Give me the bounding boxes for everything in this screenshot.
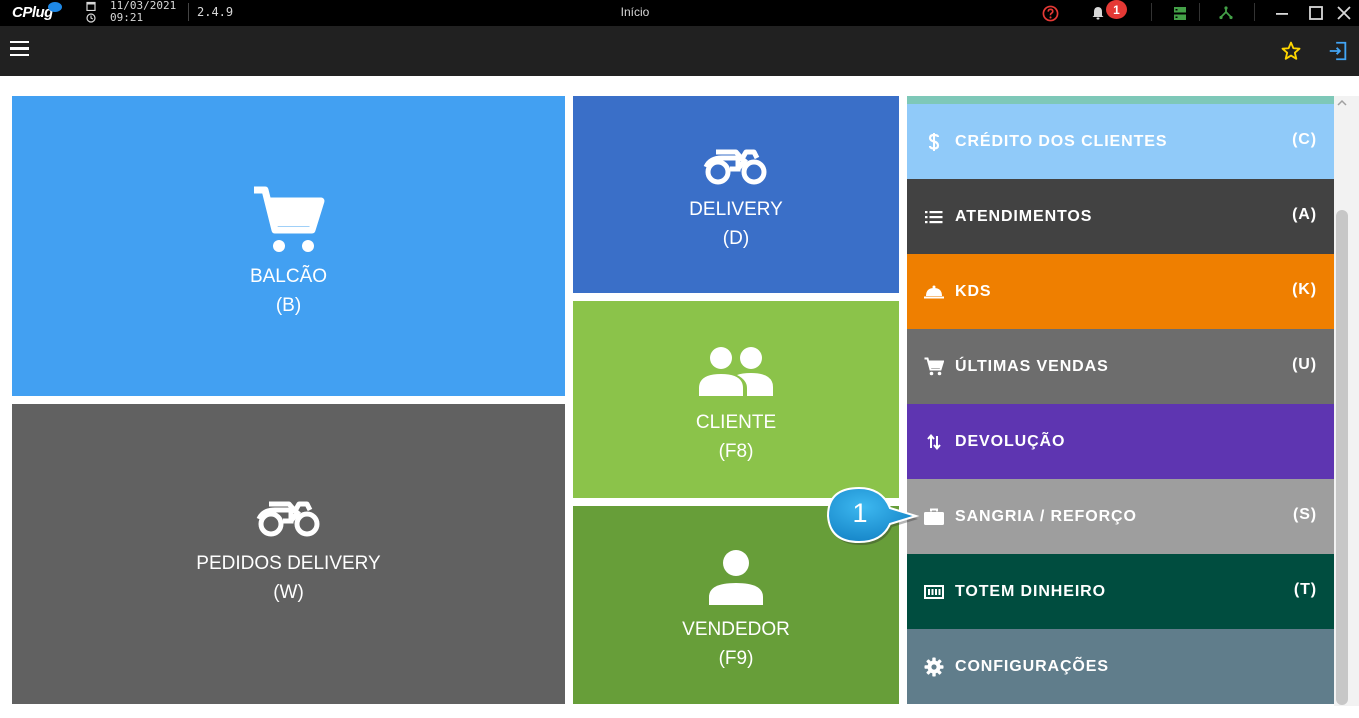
tile-label: VENDEDOR bbox=[682, 619, 790, 640]
time-text: 09:21 bbox=[110, 11, 144, 24]
side-item-devolucao[interactable]: DEVOLUÇÃO bbox=[907, 404, 1334, 479]
side-item-sangria-reforco[interactable]: SANGRIA / REFORÇO (S) bbox=[907, 479, 1334, 554]
clock-icon bbox=[86, 13, 96, 23]
pedidos-delivery-tile[interactable]: PEDIDOS DELIVERY (W) bbox=[12, 404, 565, 704]
tile-label: DELIVERY bbox=[689, 198, 783, 220]
tile-shortcut: (F8) bbox=[718, 440, 754, 462]
maximize-icon[interactable] bbox=[1306, 3, 1326, 23]
app-logo: CPlug bbox=[12, 2, 62, 22]
window-title: Início bbox=[620, 5, 650, 19]
network-icon[interactable] bbox=[1216, 3, 1236, 23]
side-item-label: CONFIGURAÇÕES bbox=[955, 657, 1109, 675]
side-item-shortcut: (C) bbox=[1292, 131, 1317, 148]
side-menu-top-strip bbox=[907, 96, 1334, 104]
datetime: 11/03/2021 09:21 bbox=[86, 0, 176, 24]
cliente-tile[interactable]: CLIENTE (F8) bbox=[573, 301, 899, 498]
window-titlebar: CPlug 11/03/2021 09:21 2.4.9 Início 1 bbox=[0, 0, 1359, 26]
tile-shortcut: (D) bbox=[722, 227, 750, 249]
side-item-atendimentos[interactable]: ATENDIMENTOS (A) bbox=[907, 179, 1334, 254]
step-callout: 1 bbox=[820, 480, 920, 550]
divider bbox=[1151, 3, 1152, 21]
calendar-icon bbox=[86, 1, 96, 11]
dollar-icon bbox=[924, 132, 944, 152]
side-item-shortcut: (T) bbox=[1293, 581, 1317, 598]
side-item-shortcut: (K) bbox=[1292, 281, 1317, 298]
side-item-label: DEVOLUÇÃO bbox=[955, 432, 1066, 450]
tile-shortcut: (F9) bbox=[718, 648, 754, 669]
side-item-label: ÚLTIMAS VENDAS bbox=[955, 357, 1109, 375]
cart-icon bbox=[924, 357, 944, 377]
divider bbox=[1254, 3, 1255, 21]
people-icon bbox=[699, 346, 773, 396]
side-item-configuracoes[interactable]: CONFIGURAÇÕES bbox=[907, 629, 1334, 704]
help-icon[interactable] bbox=[1040, 3, 1060, 23]
shopping-cart-icon bbox=[253, 186, 324, 252]
scrollbar-thumb[interactable] bbox=[1336, 210, 1348, 705]
bell-icon[interactable] bbox=[1088, 3, 1108, 23]
divider bbox=[1199, 3, 1200, 21]
side-item-label: CRÉDITO DOS CLIENTES bbox=[955, 132, 1168, 150]
tile-label: CLIENTE bbox=[695, 411, 777, 433]
motorcycle-icon bbox=[256, 501, 319, 537]
delivery-tile[interactable]: DELIVERY (D) bbox=[573, 96, 899, 293]
notification-badge: 1 bbox=[1106, 0, 1127, 19]
version-text: 2.4.9 bbox=[197, 5, 234, 19]
tile-shortcut: (B) bbox=[275, 295, 302, 316]
minimize-icon[interactable] bbox=[1272, 3, 1292, 23]
list-icon bbox=[924, 207, 944, 227]
side-item-shortcut: (U) bbox=[1292, 356, 1317, 373]
side-item-label: ATENDIMENTOS bbox=[955, 207, 1093, 225]
hamburger-menu-icon[interactable] bbox=[10, 41, 30, 61]
close-icon[interactable] bbox=[1334, 3, 1354, 23]
side-item-totem-dinheiro[interactable]: TOTEM DINHEIRO (T) bbox=[907, 554, 1334, 629]
cloche-icon bbox=[924, 282, 944, 302]
divider bbox=[188, 3, 189, 21]
side-item-kds[interactable]: KDS (K) bbox=[907, 254, 1334, 329]
app-toolbar bbox=[0, 26, 1359, 76]
star-icon[interactable] bbox=[1280, 40, 1302, 62]
side-menu: CRÉDITO DOS CLIENTES (C) ATENDIMENTOS (A… bbox=[907, 96, 1334, 706]
side-item-shortcut: (S) bbox=[1292, 506, 1317, 523]
cash-machine-icon bbox=[924, 582, 944, 602]
side-item-label: KDS bbox=[955, 282, 992, 300]
side-item-shortcut: (A) bbox=[1292, 206, 1317, 223]
person-icon bbox=[709, 550, 763, 605]
logo-text: CPlug bbox=[12, 4, 53, 21]
side-item-ultimas-vendas[interactable]: ÚLTIMAS VENDAS (U) bbox=[907, 329, 1334, 404]
tile-label: BALCÃO bbox=[249, 266, 328, 287]
swap-icon bbox=[924, 432, 944, 452]
callout-number: 1 bbox=[852, 498, 868, 528]
side-item-label: SANGRIA / REFORÇO bbox=[955, 507, 1137, 525]
side-item-label: TOTEM DINHEIRO bbox=[955, 582, 1106, 600]
gear-icon bbox=[924, 657, 944, 677]
logout-icon[interactable] bbox=[1327, 40, 1349, 62]
tile-label: PEDIDOS DELIVERY bbox=[196, 553, 381, 574]
balcao-tile[interactable]: BALCÃO (B) bbox=[12, 96, 565, 396]
scroll-up-arrow-icon[interactable] bbox=[1337, 98, 1347, 108]
side-item-credito-clientes[interactable]: CRÉDITO DOS CLIENTES (C) bbox=[907, 104, 1334, 179]
briefcase-icon bbox=[924, 507, 944, 527]
motorcycle-icon bbox=[703, 149, 767, 184]
tile-shortcut: (W) bbox=[273, 582, 304, 603]
logo-mark bbox=[48, 2, 62, 12]
server-icon[interactable] bbox=[1170, 3, 1190, 23]
